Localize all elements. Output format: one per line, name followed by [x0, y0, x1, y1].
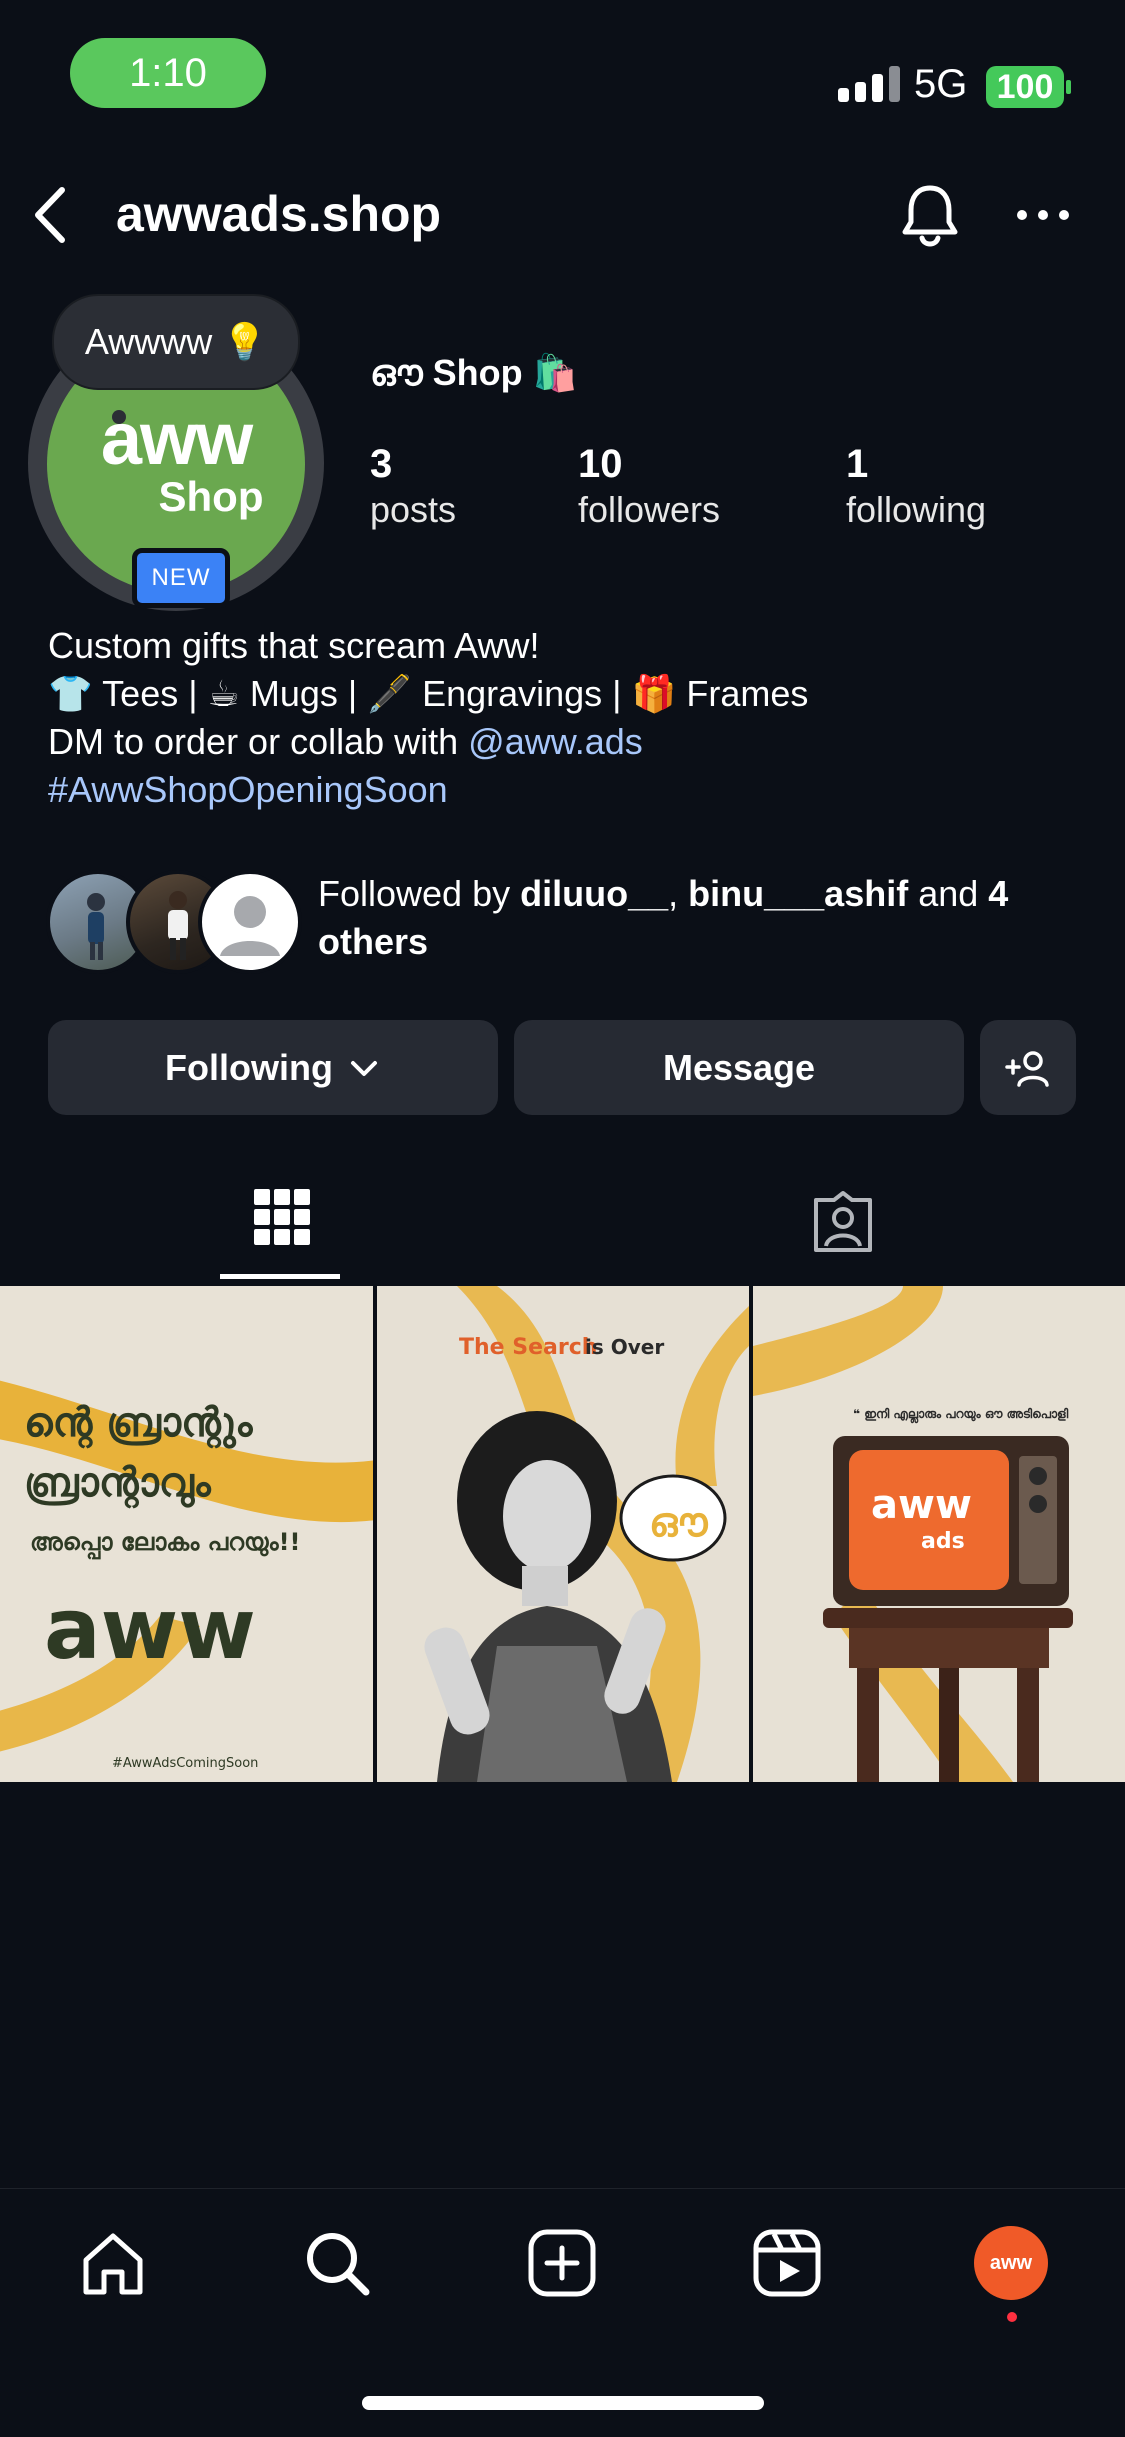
- followed-by-prefix: Followed by: [318, 873, 521, 914]
- post-artwork: ന്റെ ബ്രാന്റും ബ്രാന്റാവും അപ്പൊ ലോകം പറ…: [0, 1380, 373, 1771]
- notification-dot: [1007, 2312, 1017, 2322]
- following-label: following: [846, 489, 987, 530]
- message-button[interactable]: Message: [514, 1020, 964, 1115]
- followed-by-and: and: [908, 873, 989, 914]
- following-stat[interactable]: 1 following: [846, 440, 986, 531]
- chevron-down-icon: [350, 1060, 377, 1076]
- post-thumbnail[interactable]: ന്റെ ബ്രാന്റും ബ്രാന്റാവും അപ്പൊ ലോകം പറ…: [0, 1286, 373, 1782]
- post-headline-line: അപ്പൊ ലോകം പറയും!!: [30, 1528, 301, 1560]
- post-quote: ❝ ഇനി എല്ലാരും പറയും ഔ അടിപൊളി: [853, 1407, 1069, 1424]
- followers-label: followers: [578, 489, 721, 530]
- grid-icon: [254, 1189, 310, 1245]
- home-indicator[interactable]: [362, 2396, 764, 2410]
- status-time: 1:10: [70, 38, 266, 108]
- bio-line: Custom gifts that scream Aww!: [48, 625, 540, 666]
- message-label: Message: [662, 1046, 816, 1088]
- post-tv-logo-sub: ads: [921, 1529, 965, 1554]
- bio-line: 👕 Tees | ☕ Mugs | 🖋️ Engravings | 🎁 Fram…: [48, 673, 809, 714]
- profile-username: awwads.shop: [116, 186, 442, 242]
- post-thumbnail[interactable]: ❝ ഇനി എല്ലാരും പറയും ഔ അടിപൊളി aww ads: [753, 1286, 1125, 1782]
- following-button[interactable]: Following: [48, 1020, 498, 1115]
- back-button[interactable]: [22, 180, 82, 250]
- reels-icon: [753, 2229, 821, 2297]
- hashtag-link[interactable]: #AwwShopOpeningSoon: [48, 766, 808, 814]
- post-logo: aww: [44, 1580, 256, 1678]
- mutual-follower-name: binu___ashif: [688, 873, 909, 914]
- battery-tip: [1066, 80, 1071, 94]
- bell-icon: [902, 185, 958, 247]
- battery-indicator: 100: [986, 66, 1064, 108]
- post-headline-line: ന്റെ ബ്രാന്റും: [24, 1400, 254, 1449]
- mention-link[interactable]: @aww.ads: [468, 721, 643, 762]
- bio-line: DM to order or collab with @aww.ads: [48, 718, 808, 766]
- follower-avatar[interactable]: [198, 870, 302, 974]
- new-badge: NEW: [132, 548, 230, 608]
- avatar-logo-subtext: Shop: [158, 473, 264, 520]
- post-bubble-text: ഔ: [649, 1500, 709, 1546]
- nav-create[interactable]: [525, 2226, 599, 2300]
- tab-posts-grid[interactable]: [252, 1185, 312, 1249]
- notifications-button[interactable]: [895, 180, 965, 252]
- following-count: 1: [846, 442, 869, 486]
- post-thumbnail[interactable]: The Search is Over ഔ: [377, 1286, 749, 1782]
- post-headline-line: ബ്രാന്റാവും: [24, 1460, 212, 1509]
- post-artwork: ❝ ഇനി എല്ലാരും പറയും ഔ അടിപൊളി aww ads: [753, 1286, 1073, 1782]
- bio-text: DM to order or collab with: [48, 721, 469, 762]
- more-horizontal-icon: [1017, 210, 1069, 220]
- suggested-users-button[interactable]: [980, 1020, 1076, 1115]
- display-name: ഔ Shop 🛍️: [370, 352, 578, 393]
- nav-profile-avatar[interactable]: aww: [974, 2226, 1048, 2300]
- plus-square-icon: [528, 2229, 596, 2297]
- post-artwork: The Search is Over ഔ: [424, 1286, 749, 1782]
- home-icon: [83, 2233, 143, 2295]
- network-type: 5G: [914, 62, 968, 106]
- search-icon: [307, 2233, 370, 2296]
- post-hashtag: #AwwAdsComingSoon: [112, 1756, 258, 1771]
- followed-by-separator: ,: [668, 873, 689, 914]
- post-headline-rest: is Over: [585, 1335, 664, 1359]
- tab-tagged[interactable]: [808, 1190, 878, 1254]
- note-bubble-tail: [112, 410, 126, 424]
- posts-stat[interactable]: 3 posts: [370, 440, 456, 531]
- tagged-user-icon: [814, 1191, 872, 1252]
- more-options-button[interactable]: [1008, 190, 1078, 240]
- nav-home[interactable]: [76, 2226, 150, 2300]
- nav-search[interactable]: [300, 2226, 374, 2300]
- post-tv-logo: aww: [871, 1482, 972, 1528]
- profile-bio: Custom gifts that scream Aww! 👕 Tees | ☕…: [48, 622, 808, 814]
- followed-by-text[interactable]: Followed by diluuo__, binu___ashif and 4…: [318, 870, 1078, 966]
- chevron-left-icon: [35, 187, 65, 243]
- followers-stat[interactable]: 10 followers: [578, 440, 720, 531]
- following-label: Following: [165, 1046, 333, 1088]
- nav-reels[interactable]: [750, 2226, 824, 2300]
- followers-count: 10: [578, 442, 623, 486]
- posts-label: posts: [370, 489, 457, 530]
- post-headline-accent: The Search: [459, 1335, 597, 1360]
- default-avatar-icon: [220, 896, 280, 956]
- note-bubble[interactable]: Awwww 💡: [52, 294, 300, 390]
- posts-count: 3: [370, 442, 393, 486]
- active-tab-indicator: [220, 1274, 340, 1279]
- add-person-icon: [1005, 1050, 1049, 1087]
- mutual-follower-name: diluuo__: [520, 873, 669, 914]
- signal-icon: [838, 66, 900, 102]
